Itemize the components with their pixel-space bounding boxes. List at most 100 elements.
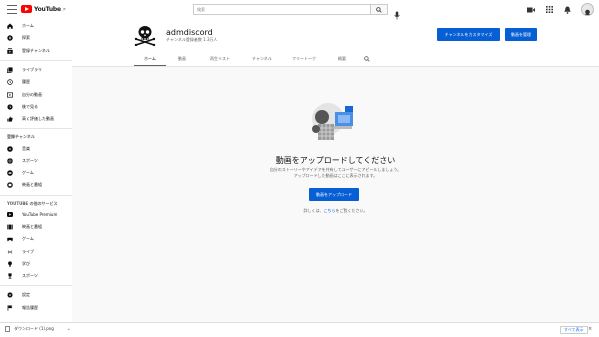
microphone-icon[interactable] <box>394 5 400 20</box>
sidebar-item-movies-shows[interactable]: 映画と番組 <box>0 221 72 233</box>
sidebar-item-label: 報告履歴 <box>22 304 38 310</box>
sidebar-item-label: 映画と番組 <box>22 182 42 188</box>
search-input[interactable]: 検索 <box>193 4 370 15</box>
download-item[interactable]: ダウンロード (1).png <box>5 326 54 332</box>
sidebar-heading-subscriptions: 登録チャンネル <box>7 134 35 140</box>
channel-name: admdiscord <box>166 28 213 37</box>
sidebar-item-watch-later[interactable]: 後で見る <box>0 101 72 113</box>
sidebar-item-label: 履歴 <box>22 79 30 85</box>
sidebar-item-gaming[interactable]: ゲーム <box>0 167 72 179</box>
logo-text: YouTube <box>34 5 61 13</box>
account-avatar[interactable] <box>581 3 594 16</box>
liked-icon <box>7 116 13 122</box>
sidebar-item-history[interactable]: 履歴 <box>0 76 72 88</box>
youtube-play-icon <box>21 5 32 13</box>
notifications-bell-icon[interactable] <box>563 6 571 14</box>
sidebar-item-label: ホーム <box>22 23 34 29</box>
empty-state-title: 動画をアップロードしてください <box>275 156 396 165</box>
tab-playlists[interactable]: 再生リスト <box>198 52 242 66</box>
watch-later-icon <box>7 104 13 110</box>
manage-videos-button[interactable]: 動画を管理 <box>505 28 537 41</box>
logo-region: JP <box>62 7 66 11</box>
help-prefix: 詳しくは、 <box>303 208 324 213</box>
music-icon <box>7 145 13 152</box>
menu-icon[interactable] <box>7 5 17 14</box>
help-link[interactable]: こちら <box>324 208 336 213</box>
sidebar-item-report-history[interactable]: 報告履歴 <box>0 302 72 314</box>
sidebar-item-label: スポーツ <box>22 157 38 163</box>
sidebar: ホーム 探索 登録チャンネル ライブラリ 履歴 自分の動画 後で見る 高く評価し… <box>0 20 72 322</box>
sidebar-item-sports-service[interactable]: スポーツ <box>0 270 72 282</box>
customize-channel-button[interactable]: チャンネルをカスタマイズ <box>437 28 500 41</box>
youtube-logo[interactable]: YouTube JP <box>21 5 66 13</box>
sidebar-item-home[interactable]: ホーム <box>0 20 72 32</box>
sidebar-item-liked[interactable]: 高く評価した動画 <box>0 113 72 125</box>
sports-icon <box>7 158 13 164</box>
tab-videos[interactable]: 動画 <box>166 52 198 66</box>
sidebar-item-movies[interactable]: 映画と番組 <box>0 179 72 191</box>
download-bar: ダウンロード (1).png ^ すべて表示 × <box>0 322 599 337</box>
channel-header: admdiscord チャンネル登録者数 1.3万人 チャンネルをカスタマイズ … <box>72 20 599 67</box>
sidebar-item-library[interactable]: ライブラリ <box>0 64 72 76</box>
sidebar-item-gaming-service[interactable]: ゲーム <box>0 233 72 245</box>
upload-video-button[interactable]: 動画をアップロード <box>309 188 359 201</box>
subscriber-count: チャンネル登録者数 1.3万人 <box>166 37 218 42</box>
youtube-app: YouTube JP 検索 ホーム 探索 登録チャンネル ライブラリ 履歴 自分… <box>0 0 599 337</box>
sidebar-item-label: ライブ <box>22 248 34 254</box>
subscriptions-icon <box>7 48 13 54</box>
sidebar-item-label: スポーツ <box>22 273 38 279</box>
sidebar-item-learning[interactable]: 学び <box>0 258 72 270</box>
sidebar-divider <box>0 285 72 287</box>
upload-illustration-icon <box>308 100 360 146</box>
movies-icon <box>7 182 13 189</box>
home-icon <box>7 23 13 29</box>
tab-discussion[interactable]: フリートーク <box>282 52 326 66</box>
library-icon <box>7 67 13 73</box>
show-all-downloads-button[interactable]: すべて表示 <box>560 326 588 334</box>
download-filename: ダウンロード (1).png <box>14 326 54 331</box>
sidebar-item-explore[interactable]: 探索 <box>0 32 72 44</box>
sidebar-divider <box>0 59 72 61</box>
tab-about[interactable]: 概要 <box>326 52 358 66</box>
sidebar-item-my-videos[interactable]: 自分の動画 <box>0 88 72 100</box>
channel-home-content: 動画をアップロードしてください 自分のストーリーやアイデアを共有してユーザーにア… <box>72 67 599 322</box>
sidebar-heading-more-from-youtube: YOUTUBE の他のサービス <box>7 200 58 206</box>
live-icon <box>7 249 13 255</box>
explore-icon <box>7 35 13 42</box>
sidebar-item-label: ゲーム <box>22 170 34 176</box>
sidebar-item-sports[interactable]: スポーツ <box>0 155 72 167</box>
create-video-icon[interactable] <box>527 6 535 14</box>
sidebar-item-label: 自分の動画 <box>22 91 42 97</box>
sidebar-item-label: 登録チャンネル <box>22 47 50 53</box>
sidebar-item-premium[interactable]: YouTube Premium <box>0 209 72 221</box>
learning-icon <box>7 261 13 267</box>
top-right-icons <box>527 3 594 16</box>
sidebar-item-settings[interactable]: 設定 <box>0 289 72 301</box>
premium-icon <box>7 212 13 218</box>
sidebar-item-live[interactable]: ライブ <box>0 245 72 257</box>
close-icon[interactable]: × <box>588 326 592 332</box>
history-icon <box>7 79 13 86</box>
sidebar-divider <box>0 128 72 130</box>
sidebar-item-label: 後で見る <box>22 103 38 109</box>
search-icon <box>376 6 382 13</box>
apps-icon[interactable] <box>545 6 553 14</box>
top-bar: YouTube JP 検索 <box>0 0 599 20</box>
sidebar-item-label: 学び <box>22 260 30 266</box>
channel-tabs: ホーム 動画 再生リスト チャンネル フリートーク 概要 <box>134 52 376 66</box>
file-icon <box>5 326 10 332</box>
tab-home[interactable]: ホーム <box>134 52 166 66</box>
gaming-icon <box>7 236 13 242</box>
channel-search-icon[interactable] <box>358 52 376 66</box>
channel-avatar-skull-icon[interactable] <box>134 24 156 47</box>
empty-state-description-line2: アップロードした動画はここに表示されます。 <box>293 173 378 178</box>
sidebar-item-music[interactable]: 音楽 <box>0 142 72 154</box>
help-suffix: をご覧ください。 <box>335 208 368 213</box>
chevron-up-icon[interactable]: ^ <box>67 328 70 333</box>
sidebar-item-label: 映画と番組 <box>22 224 42 229</box>
sidebar-item-label: 高く評価した動画 <box>22 116 54 122</box>
search-button[interactable] <box>370 4 388 15</box>
tab-channels[interactable]: チャンネル <box>242 52 282 66</box>
sidebar-item-subscriptions[interactable]: 登録チャンネル <box>0 45 72 57</box>
sidebar-item-label: 探索 <box>22 35 30 41</box>
